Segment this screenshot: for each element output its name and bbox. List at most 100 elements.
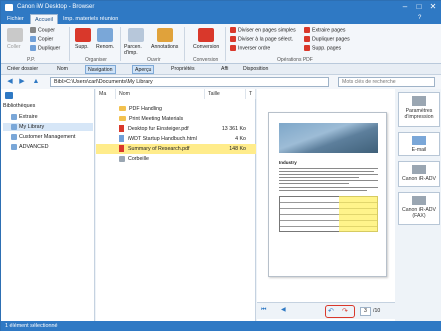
- column-header-type[interactable]: T: [246, 89, 256, 99]
- preview-button[interactable]: Aperçu: [132, 65, 155, 74]
- tree-item-extraire[interactable]: Extraire: [3, 113, 93, 121]
- folder-icon: [119, 116, 126, 122]
- cut-button[interactable]: Couper: [30, 27, 55, 33]
- split-select-icon: [230, 36, 236, 42]
- fax-icon: [412, 196, 426, 205]
- status-bar: 1 élément sélectionné: [1, 321, 441, 331]
- email-destination[interactable]: E-mail: [398, 132, 440, 156]
- tab-fichier[interactable]: Fichier: [3, 14, 28, 24]
- rotate-right-icon[interactable]: ↷: [342, 307, 351, 316]
- new-folder-button[interactable]: Créer dossier: [5, 65, 40, 74]
- duplicate-button[interactable]: Dupliquer: [30, 45, 60, 51]
- tab-imp-materiels[interactable]: Imp. materiels réunion: [59, 14, 122, 24]
- column-header-mark[interactable]: Ma: [96, 89, 116, 99]
- extract-pages-button[interactable]: Extraire pages: [304, 27, 345, 33]
- separator: [69, 27, 70, 61]
- destinations-panel: Paramètres d'impression E-mail Canon iR-…: [396, 89, 441, 321]
- tree-item-libraries[interactable]: Bibliothèques: [3, 102, 93, 110]
- search-input[interactable]: Mots clés de recherche: [338, 77, 435, 87]
- fax-destination[interactable]: Canon iR-ADV (FAX): [398, 192, 440, 225]
- rotate-left-icon[interactable]: ↶: [328, 307, 337, 316]
- tree-item-customer-management[interactable]: Customer Management: [3, 133, 93, 141]
- print-settings-icon: [128, 28, 144, 42]
- table-highlight: [339, 196, 378, 232]
- list-item[interactable]: Corbeille: [96, 154, 256, 164]
- tree-item-my-library[interactable]: My Library: [3, 123, 93, 131]
- print-settings-destination[interactable]: Paramètres d'impression: [398, 92, 440, 127]
- maximize-button[interactable]: □: [412, 2, 426, 13]
- home-icon[interactable]: [5, 92, 13, 99]
- command-bar: Créer dossier Nom Navigation Aperçu Prop…: [1, 64, 441, 75]
- page-total: /10: [373, 308, 381, 314]
- paste-icon: [7, 28, 23, 42]
- help-icon[interactable]: ?: [418, 15, 427, 23]
- column-header-size[interactable]: Taille: [205, 89, 246, 99]
- prev-page-icon[interactable]: ◀: [281, 306, 289, 314]
- list-item[interactable]: Desktop fur Einsteiger.pdf 13 361 Ko: [96, 124, 256, 134]
- separator: [225, 27, 226, 61]
- list-item[interactable]: PDF Handling: [96, 104, 256, 114]
- forward-icon[interactable]: ▶: [17, 77, 27, 87]
- properties-button[interactable]: Propriétés: [169, 65, 197, 74]
- duplicate-pages-button[interactable]: Dupliquer pages: [304, 36, 350, 42]
- up-icon[interactable]: ▲: [31, 77, 41, 87]
- rename-button[interactable]: Renom.: [96, 44, 114, 50]
- text-line: [279, 180, 378, 181]
- column-header-name[interactable]: Nom: [116, 89, 205, 99]
- tab-accueil[interactable]: Accueil: [30, 14, 59, 24]
- text-line: [279, 187, 378, 188]
- library-icon: [11, 113, 17, 120]
- minimize-button[interactable]: –: [398, 2, 412, 13]
- list-item[interactable]: Summary of Research.pdf 148 Ko: [96, 144, 256, 154]
- printer-icon: [412, 96, 426, 106]
- conversion-button[interactable]: Conversion: [193, 44, 219, 50]
- title-bar: Canon iW Desktop - Browser – □ ✕: [1, 1, 441, 14]
- text-line: [279, 168, 378, 169]
- group-organiser: Organiser: [85, 57, 107, 63]
- print-settings-button[interactable]: Parcen. d'imp.: [124, 44, 148, 56]
- back-icon[interactable]: ◀: [5, 77, 15, 87]
- separator: [184, 27, 185, 61]
- printer-destination[interactable]: Canon iR-ADV: [398, 161, 440, 187]
- library-icon: [11, 143, 17, 150]
- address-bar-row: ◀ ▶ ▲ Bibl>C:\Users\carl\Documents\My Li…: [1, 75, 441, 89]
- navigation-tree: Bibliothèques Extraire My Library Custom…: [1, 89, 95, 321]
- split-selected-button[interactable]: Diviser à la page sélect.: [230, 36, 293, 42]
- delete-pages-icon: [304, 45, 310, 51]
- address-field[interactable]: Bibl>C:\Users\carl\Documents\My Library: [50, 77, 329, 87]
- document-heading: Industry: [279, 160, 297, 165]
- delete-pages-button[interactable]: Supp. pages: [304, 45, 341, 51]
- app-icon: [5, 4, 13, 11]
- preview-toolbar: ⏮ ◀ ↶ ↷ 3 /10: [257, 302, 395, 319]
- file-list: Ma Nom Taille T PDF Handling Print Meeti…: [96, 89, 256, 321]
- first-page-icon[interactable]: ⏮: [261, 307, 269, 315]
- split-simple-button[interactable]: Diviser en pages simples: [230, 27, 296, 33]
- list-item[interactable]: Print Meeting Materials: [96, 114, 256, 124]
- name-button[interactable]: Nom: [55, 65, 70, 74]
- copy-icon: [30, 36, 36, 42]
- page-number-input[interactable]: 3: [360, 307, 371, 316]
- delete-icon: [75, 28, 91, 42]
- document-preview-page[interactable]: Industry: [268, 112, 387, 277]
- annotations-button[interactable]: Annotations: [151, 44, 178, 50]
- text-line: [279, 183, 349, 184]
- conversion-icon: [198, 28, 214, 42]
- document-photo: [279, 123, 378, 153]
- paste-button[interactable]: Coller: [7, 44, 21, 50]
- close-button[interactable]: ✕: [426, 2, 440, 13]
- app-window: Canon iW Desktop - Browser – □ ✕ Fichier…: [0, 0, 441, 331]
- delete-button[interactable]: Supp.: [75, 44, 89, 50]
- copy-button[interactable]: Copier: [30, 36, 53, 42]
- display-button[interactable]: Affi: [219, 65, 230, 74]
- text-line: [279, 177, 359, 178]
- rename-icon: [97, 28, 113, 42]
- html-file-icon: [119, 135, 124, 143]
- tree-item-advanced[interactable]: ADVANCED: [3, 143, 93, 151]
- reverse-order-button[interactable]: Inverser ordre: [230, 45, 270, 51]
- navigation-button[interactable]: Navigation: [85, 65, 116, 74]
- pdf-file-icon: [119, 125, 124, 133]
- layout-button[interactable]: Disposition: [241, 65, 270, 74]
- list-item[interactable]: iWDT Startup Handbuch.html 4 Ko: [96, 134, 256, 144]
- ribbon-tabs: Fichier Accueil Imp. materiels réunion ?: [1, 14, 441, 24]
- trash-icon: [119, 155, 125, 162]
